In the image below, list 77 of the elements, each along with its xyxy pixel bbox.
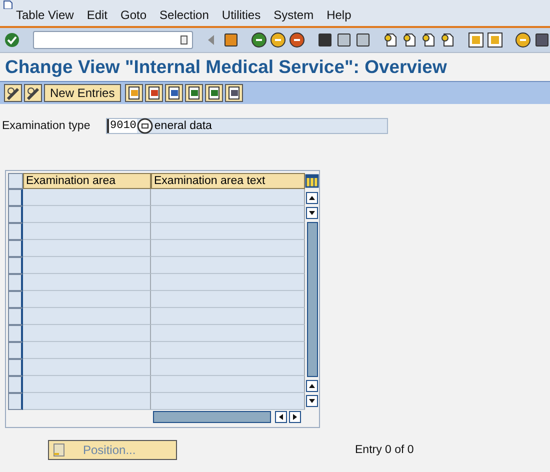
description-text: eneral data <box>154 120 212 132</box>
menu-item[interactable]: Utilities <box>222 8 261 22</box>
menu-item[interactable]: Edit <box>86 8 108 22</box>
row-selector[interactable] <box>8 240 23 257</box>
undo-button[interactable] <box>164 84 183 102</box>
display-button[interactable] <box>24 84 42 102</box>
mouse-cursor-icon <box>137 118 154 134</box>
table-cell[interactable] <box>151 257 305 274</box>
command-field[interactable] <box>33 31 193 49</box>
table-cell[interactable] <box>23 359 151 376</box>
table-cell[interactable] <box>151 206 305 223</box>
row-selector[interactable] <box>8 393 23 410</box>
table-cell[interactable] <box>151 274 305 291</box>
row-selector[interactable] <box>8 376 23 393</box>
input-field[interactable]: 9010 <box>107 118 138 132</box>
select-all-button[interactable] <box>184 84 203 102</box>
row-selector[interactable] <box>8 359 23 376</box>
table-cell[interactable] <box>151 291 305 308</box>
document-icon[interactable] <box>2 0 14 9</box>
table-cell[interactable] <box>23 274 151 291</box>
row-selector[interactable] <box>8 257 23 274</box>
table-cell[interactable] <box>23 291 151 308</box>
delete-row-button[interactable] <box>144 84 163 102</box>
select-block-button[interactable] <box>204 84 223 102</box>
row-selector[interactable] <box>8 308 23 325</box>
menu-item[interactable]: Goto <box>120 8 147 22</box>
table-cell[interactable] <box>23 376 151 393</box>
row-selector[interactable] <box>8 223 23 240</box>
copy-button[interactable] <box>124 84 143 102</box>
menu-item[interactable]: Help <box>326 8 352 22</box>
column-settings-icon[interactable] <box>305 174 319 188</box>
table-cell[interactable] <box>151 223 305 240</box>
table-cell[interactable] <box>23 325 151 342</box>
table-cell[interactable] <box>23 393 151 410</box>
table-cell[interactable] <box>23 189 151 206</box>
table-cell[interactable] <box>151 359 305 376</box>
menu-item[interactable]: Selection <box>160 8 209 22</box>
scroll-up-icon[interactable] <box>306 192 318 204</box>
position-icon <box>53 443 65 457</box>
scroll-left-icon[interactable] <box>275 411 287 423</box>
table-cell[interactable] <box>23 308 151 325</box>
table-cell[interactable] <box>151 342 305 359</box>
table-cell[interactable] <box>151 189 305 206</box>
table-cell[interactable] <box>23 240 151 257</box>
menu-item[interactable]: System <box>274 8 314 22</box>
row-selector[interactable] <box>8 342 23 359</box>
scroll-right-icon[interactable] <box>289 411 301 423</box>
pencil-button[interactable] <box>4 84 22 102</box>
scrollbar-thumb[interactable] <box>306 222 318 377</box>
table-cell[interactable] <box>23 206 151 223</box>
row-selector[interactable] <box>8 291 23 308</box>
deselect-button[interactable] <box>224 84 243 102</box>
table-cell[interactable] <box>151 308 305 325</box>
row-selector[interactable] <box>8 206 23 223</box>
table-cell[interactable] <box>151 325 305 342</box>
entry-count: Entry 0 of 0 <box>355 444 414 456</box>
scroll-down-icon[interactable] <box>306 395 318 407</box>
table-cell[interactable] <box>23 257 151 274</box>
table-cell[interactable] <box>151 376 305 393</box>
row-selector[interactable] <box>8 325 23 342</box>
scroll-up-icon[interactable] <box>306 380 318 392</box>
scroll-down-icon[interactable] <box>306 207 318 219</box>
row-selector[interactable] <box>8 274 23 291</box>
scrollbar-thumb[interactable] <box>153 411 271 423</box>
table-cell[interactable] <box>151 240 305 257</box>
enter-icon[interactable] <box>4 32 20 48</box>
column-header[interactable]: Examination area text <box>151 173 305 189</box>
menu-item[interactable]: Table View <box>16 8 74 22</box>
field-label: Examination type <box>2 120 92 132</box>
column-header[interactable]: Examination area <box>23 173 151 189</box>
new-entries-button[interactable]: New Entries <box>44 84 121 102</box>
table-cell[interactable] <box>23 223 151 240</box>
select-all-cell[interactable] <box>8 173 23 189</box>
screen-title: Change View "Internal Medical Service": Overview <box>5 56 448 78</box>
row-selector[interactable] <box>8 189 23 206</box>
table-cell[interactable] <box>151 393 305 410</box>
table-cell[interactable] <box>23 342 151 359</box>
